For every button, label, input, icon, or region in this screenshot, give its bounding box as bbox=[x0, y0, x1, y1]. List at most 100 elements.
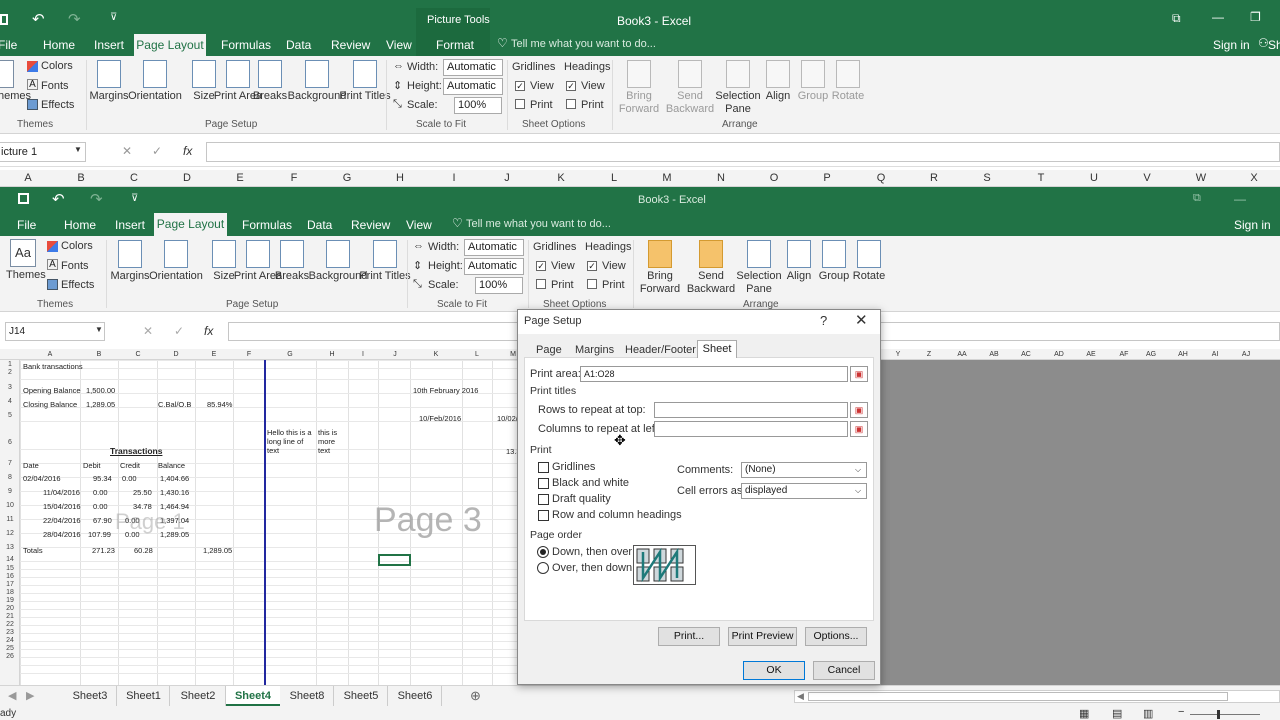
front-save-icon[interactable] bbox=[18, 193, 29, 204]
cell-r9-2[interactable]: 25.50 bbox=[133, 488, 152, 497]
back-rotate-icon[interactable] bbox=[836, 60, 860, 88]
rows-repeat-input[interactable] bbox=[654, 402, 848, 418]
row-header-10[interactable]: 10 bbox=[0, 502, 20, 509]
back-col-d[interactable]: D bbox=[177, 170, 197, 187]
back-fonts-btn[interactable]: Fonts bbox=[41, 80, 69, 92]
back-formula-input[interactable] bbox=[206, 142, 1280, 162]
front-margins-icon[interactable] bbox=[118, 240, 142, 268]
back-size-icon[interactable] bbox=[192, 60, 216, 88]
back-col-j[interactable]: J bbox=[497, 170, 517, 187]
cell-a4[interactable]: Closing Balance bbox=[23, 400, 77, 409]
cell-errors-select[interactable]: displayed bbox=[741, 483, 867, 499]
dialog-close-icon[interactable]: ✕ bbox=[855, 311, 868, 329]
cell-g6[interactable]: Hello this is a long line of text bbox=[267, 428, 315, 455]
cell-r8-1[interactable]: 95.34 bbox=[93, 474, 112, 483]
ok-button[interactable]: OK bbox=[743, 661, 805, 680]
front-selection-pane-icon[interactable] bbox=[747, 240, 771, 268]
front-orientation-icon[interactable] bbox=[164, 240, 188, 268]
front-bring-forward-icon[interactable] bbox=[648, 240, 672, 268]
cell-a13[interactable]: Totals bbox=[23, 546, 43, 555]
front-col-af[interactable]: AF bbox=[1114, 349, 1134, 360]
row-header-18[interactable]: 18 bbox=[0, 589, 20, 596]
tab-scroll-left-icon[interactable]: ◀ bbox=[8, 689, 16, 702]
back-tab-view[interactable]: View bbox=[386, 38, 412, 52]
dialog-help-icon[interactable]: ? bbox=[820, 313, 827, 328]
front-tab-insert[interactable]: Insert bbox=[115, 218, 145, 232]
front-col-e[interactable]: E bbox=[206, 349, 222, 360]
front-undo-icon[interactable]: ↶ bbox=[52, 190, 65, 208]
cell-r12-0[interactable]: 28/04/2016 bbox=[43, 530, 81, 539]
back-width-select[interactable]: Automatic bbox=[443, 59, 503, 76]
sheet-tab-sheet1[interactable]: Sheet1 bbox=[118, 686, 170, 706]
row-header-6[interactable]: 6 bbox=[0, 439, 20, 446]
cell-c13[interactable]: 60.28 bbox=[134, 546, 153, 555]
back-col-p[interactable]: P bbox=[817, 170, 837, 187]
cols-repeat-collapse-icon[interactable]: ▣ bbox=[850, 421, 868, 437]
cell-r10-1[interactable]: 0.00 bbox=[93, 502, 108, 511]
front-tab-review[interactable]: Review bbox=[351, 218, 390, 232]
gridlines-checkbox[interactable] bbox=[538, 462, 549, 473]
options-button[interactable]: Options... bbox=[805, 627, 867, 646]
back-tab-file[interactable]: File bbox=[0, 38, 17, 52]
front-col-aa[interactable]: AA bbox=[952, 349, 972, 360]
over-down-label[interactable]: Over, then down bbox=[552, 562, 632, 574]
back-col-i[interactable]: I bbox=[444, 170, 464, 187]
front-fonts-btn[interactable]: Fonts bbox=[61, 260, 89, 272]
page-break-view-icon[interactable]: ▥ bbox=[1143, 707, 1153, 720]
row-header-23[interactable]: 23 bbox=[0, 629, 20, 636]
back-col-s[interactable]: S bbox=[977, 170, 997, 187]
back-selection-pane-icon[interactable] bbox=[726, 60, 750, 88]
back-headings-view-check[interactable]: ✓ bbox=[566, 81, 576, 91]
back-col-q[interactable]: Q bbox=[871, 170, 891, 187]
front-tab-file[interactable]: File bbox=[17, 218, 36, 232]
selected-cell-j14[interactable] bbox=[378, 554, 411, 566]
normal-view-icon[interactable]: ▦ bbox=[1079, 707, 1089, 720]
front-tab-home[interactable]: Home bbox=[64, 218, 96, 232]
front-qat-customize-icon[interactable]: ⊽ bbox=[131, 193, 138, 204]
cell-r8-3[interactable]: 1,404.66 bbox=[160, 474, 189, 483]
back-align-icon[interactable] bbox=[766, 60, 790, 88]
rows-repeat-collapse-icon[interactable]: ▣ bbox=[850, 402, 868, 418]
front-col-aj[interactable]: AJ bbox=[1236, 349, 1256, 360]
cell-c7[interactable]: Credit bbox=[120, 461, 140, 470]
draft-quality-checkbox-label[interactable]: Draft quality bbox=[552, 493, 611, 505]
cols-repeat-input[interactable] bbox=[654, 421, 848, 437]
row-header-8[interactable]: 8 bbox=[0, 474, 20, 481]
back-col-g[interactable]: G bbox=[337, 170, 357, 187]
cell-r10-0[interactable]: 15/04/2016 bbox=[43, 502, 81, 511]
back-col-f[interactable]: F bbox=[284, 170, 304, 187]
row-header-11[interactable]: 11 bbox=[0, 516, 20, 523]
sheet-tab-sheet4[interactable]: Sheet4 bbox=[226, 686, 280, 706]
back-col-e[interactable]: E bbox=[230, 170, 250, 187]
tab-scroll-right-icon[interactable]: ▶ bbox=[26, 689, 34, 702]
scroll-left-arrow-icon[interactable]: ◀ bbox=[797, 691, 804, 702]
comments-dropdown-icon[interactable]: ⌵ bbox=[855, 465, 861, 475]
front-enter-icon[interactable]: ✓ bbox=[174, 324, 184, 338]
sheet-tab-sheet3[interactable]: Sheet3 bbox=[64, 686, 117, 706]
back-ribbon-display-icon[interactable]: ⧉ bbox=[1172, 11, 1181, 26]
back-colors-btn[interactable]: Colors bbox=[41, 60, 73, 72]
back-col-w[interactable]: W bbox=[1191, 170, 1211, 187]
back-col-v[interactable]: V bbox=[1137, 170, 1157, 187]
back-undo-icon[interactable]: ↶ bbox=[32, 10, 45, 28]
row-header-12[interactable]: 12 bbox=[0, 530, 20, 537]
front-gridlines-view-check[interactable]: ✓ bbox=[536, 261, 546, 271]
back-tab-data[interactable]: Data bbox=[286, 38, 311, 52]
front-headings-view-check[interactable]: ✓ bbox=[587, 261, 597, 271]
row-header-21[interactable]: 21 bbox=[0, 613, 20, 620]
cell-m5[interactable]: 10/02/ bbox=[497, 414, 518, 423]
scroll-thumb[interactable] bbox=[808, 692, 1228, 701]
front-col-ah[interactable]: AH bbox=[1173, 349, 1193, 360]
front-rotate-button[interactable]: Rotate bbox=[837, 270, 901, 283]
cell-e4[interactable]: 85.94% bbox=[207, 400, 232, 409]
sheet-tab-sheet6[interactable]: Sheet6 bbox=[389, 686, 442, 706]
front-tell-me[interactable]: Tell me what you want to do... bbox=[466, 218, 611, 230]
front-col-h[interactable]: H bbox=[324, 349, 340, 360]
sheet-tab-sheet5[interactable]: Sheet5 bbox=[335, 686, 388, 706]
front-breaks-icon[interactable] bbox=[280, 240, 304, 268]
zoom-slider-thumb[interactable] bbox=[1217, 710, 1220, 719]
dialog-tab-margins[interactable]: Margins bbox=[575, 344, 614, 356]
back-restore-icon[interactable]: ❐ bbox=[1250, 10, 1261, 24]
back-name-box-dropdown-icon[interactable]: ▼ bbox=[74, 145, 82, 154]
cell-b7[interactable]: Debit bbox=[83, 461, 101, 470]
